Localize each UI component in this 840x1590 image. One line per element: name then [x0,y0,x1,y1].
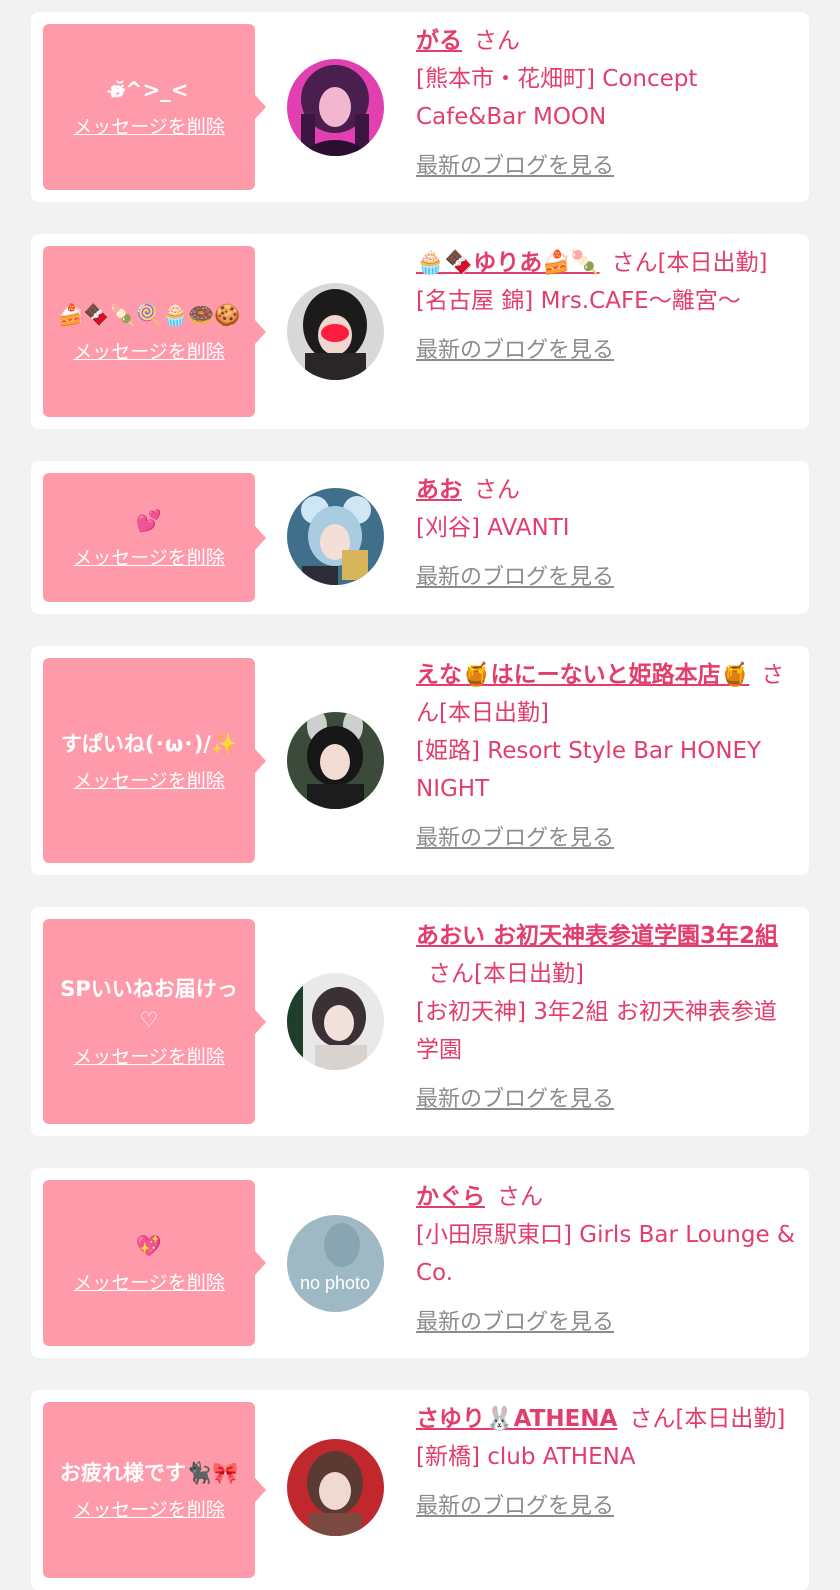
cast-info: あお さん [刈谷] AVANTI 最新のブログを見る [416,471,796,597]
avatar[interactable] [287,1439,384,1536]
avatar[interactable] [287,973,384,1070]
message-card: すぱいね(･ω･)/✨ メッセージを削除 えな🍯はにーないと姫路本店🍯 さん[本日… [31,646,809,875]
shop-name: [熊本市・花畑町] Concept Cafe&Bar MOON [416,66,698,130]
attendance-status: [本日出勤] [474,961,584,987]
cast-info: かぐら さん [小田原駅東口] Girls Bar Lounge & Co. 最新… [416,1178,796,1342]
cast-info: あおい お初天神表参道学園3年2組さん[本日出勤] [お初天神] 3年2組 お初… [416,917,796,1119]
san-label: さん [474,28,520,54]
message-text: お疲れ様です🐈‍⬛🎀 [59,1461,239,1485]
delete-message-link[interactable]: メッセージを削除 [73,766,225,793]
delete-message-link[interactable]: メッセージを削除 [73,543,225,570]
san-label: さん [428,961,474,987]
cast-name-link[interactable]: さゆり🐰ATHENA [416,1406,617,1432]
attendance-status: [本日出勤] [439,700,549,726]
message-bubble: 🍰🍫🍡🍭🧁🍩🍪 メッセージを削除 [43,246,266,417]
san-label: さん [497,1184,543,1210]
cast-name-link[interactable]: あお [416,477,462,503]
message-card: 💕 メッセージを削除 あお さん [刈谷] AVANTI 最新のブログを見る [31,461,809,614]
shop-name: [お初天神] 3年2組 お初天神表参道学園 [416,999,777,1063]
message-text: すぱいね(･ω･)/✨ [60,731,238,756]
attendance-status: [本日出勤] [657,250,768,276]
shop-name: [小田原駅東口] Girls Bar Lounge & Co. [416,1222,795,1286]
cast-name-link[interactable]: 🧁🍫ゆりあ🍰🍡 [416,250,600,276]
message-card: ʚ̴̶̷̆^>_< メッセージを削除 がる さん [熊本市・花畑町] Concep… [31,12,809,202]
cast-info: えな🍯はにーないと姫路本店🍯 さん[本日出勤] [姫路] Resort Style… [416,656,796,858]
message-text: ʚ̴̶̷̆^>_< [109,78,189,102]
latest-blog-link[interactable]: 最新のブログを見る [416,1488,614,1526]
no-photo-text: no photo [300,1273,370,1293]
cast-name-link[interactable]: あおい お初天神表参道学園3年2組 [416,923,778,949]
avatar[interactable] [287,712,384,809]
message-bubble: 💕 メッセージを削除 [43,473,266,602]
delete-message-link[interactable]: メッセージを削除 [73,1042,225,1069]
avatar[interactable] [287,59,384,156]
san-label: さん [611,250,658,276]
message-text: 🍰🍫🍡🍭🧁🍩🍪 [57,302,241,327]
delete-message-link[interactable]: メッセージを削除 [73,337,225,364]
attendance-status: [本日出勤] [675,1406,786,1432]
message-card: お疲れ様です🐈‍⬛🎀 メッセージを削除 さゆり🐰ATHENA さん[本日出勤] [… [31,1390,809,1590]
latest-blog-link[interactable]: 最新のブログを見る [416,1081,614,1119]
cast-name-link[interactable]: かぐら [416,1184,485,1210]
cast-info: がる さん [熊本市・花畑町] Concept Cafe&Bar MOON 最新の… [416,22,796,186]
message-bubble: 💖 メッセージを削除 [43,1180,266,1346]
latest-blog-link[interactable]: 最新のブログを見る [416,332,614,370]
shop-name: [姫路] Resort Style Bar HONEY NIGHT [416,738,762,802]
message-card: SPいいねお届けっ♡ メッセージを削除 あおい お初天神表参道学園3年2組さん[… [31,907,809,1136]
message-list: ʚ̴̶̷̆^>_< メッセージを削除 がる さん [熊本市・花畑町] Concep… [0,0,840,1590]
message-bubble: ʚ̴̶̷̆^>_< メッセージを削除 [43,24,266,190]
message-bubble: お疲れ様です🐈‍⬛🎀 メッセージを削除 [43,1402,266,1578]
delete-message-link[interactable]: メッセージを削除 [73,112,225,139]
cast-name-link[interactable]: がる [416,28,462,54]
latest-blog-link[interactable]: 最新のブログを見る [416,820,614,858]
cast-name-link[interactable]: えな🍯はにーないと姫路本店🍯 [416,662,749,688]
san-label: さん [629,1406,676,1432]
cast-info: さゆり🐰ATHENA さん[本日出勤] [新橋] club ATHENA 最新のブ… [416,1400,796,1526]
latest-blog-link[interactable]: 最新のブログを見る [416,559,614,597]
latest-blog-link[interactable]: 最新のブログを見る [416,1304,614,1342]
message-card: 💖 メッセージを削除 no photo かぐら さん [小田原駅東口] Girls… [31,1168,809,1358]
message-text: 💕 [135,508,163,533]
avatar[interactable] [287,283,384,380]
avatar-placeholder[interactable]: no photo [287,1215,384,1312]
message-bubble: SPいいねお届けっ♡ メッセージを削除 [43,919,266,1124]
message-text: 💖 [135,1234,163,1258]
delete-message-link[interactable]: メッセージを削除 [73,1495,225,1522]
message-bubble: すぱいね(･ω･)/✨ メッセージを削除 [43,658,266,863]
shop-name: [名古屋 錦] Mrs.CAFE〜離宮〜 [416,288,741,314]
shop-name: [新橋] club ATHENA [416,1444,636,1470]
shop-name: [刈谷] AVANTI [416,515,570,541]
avatar[interactable] [287,488,384,585]
delete-message-link[interactable]: メッセージを削除 [73,1268,225,1295]
san-label: さん [474,477,520,503]
latest-blog-link[interactable]: 最新のブログを見る [416,148,614,186]
message-text: SPいいねお届けっ♡ [60,977,238,1032]
cast-info: 🧁🍫ゆりあ🍰🍡 さん[本日出勤] [名古屋 錦] Mrs.CAFE〜離宮〜 最新の… [416,244,796,370]
message-card: 🍰🍫🍡🍭🧁🍩🍪 メッセージを削除 🧁🍫ゆりあ🍰🍡 さん[本日出勤] [名古屋 錦]… [31,234,809,429]
